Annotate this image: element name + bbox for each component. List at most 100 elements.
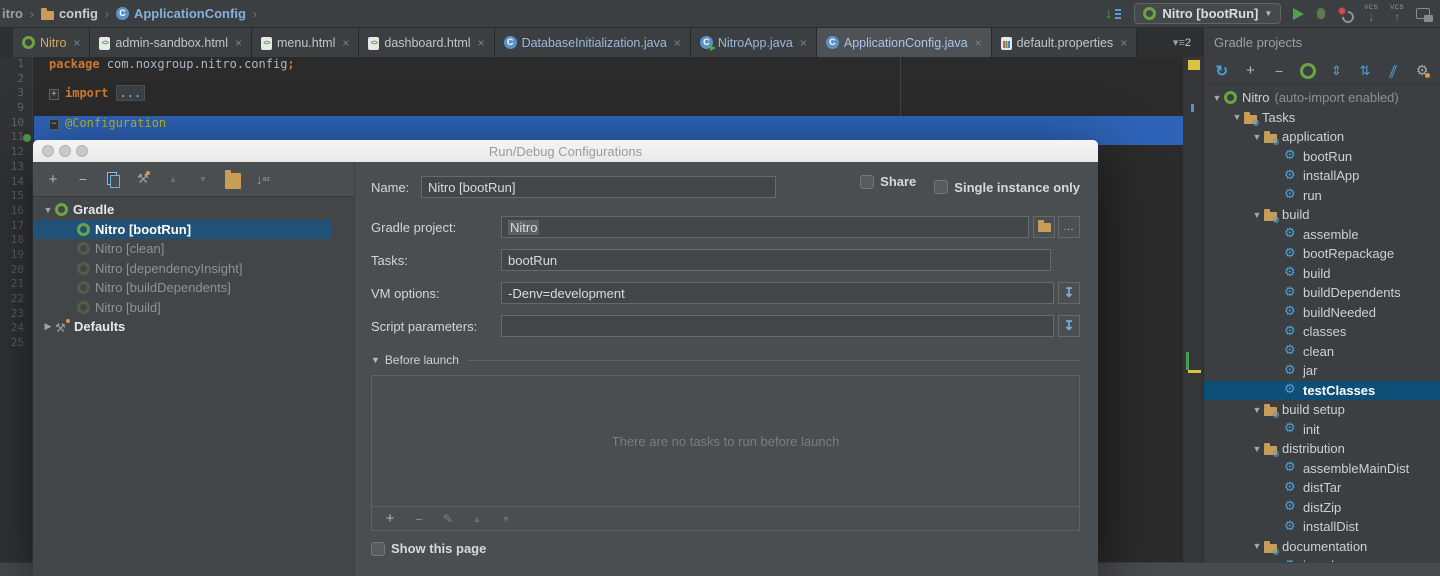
tab-overflow-button[interactable]: ▾≡2 xyxy=(1173,36,1191,49)
breadcrumb-item-ApplicationConfig[interactable]: ApplicationConfig xyxy=(115,6,246,21)
refresh-icon[interactable] xyxy=(1214,63,1230,79)
chevron-right-icon[interactable]: ▶ xyxy=(41,321,55,332)
tab-NitroApp.java[interactable]: NitroApp.java × xyxy=(690,28,817,57)
tab-ApplicationConfig.java[interactable]: ApplicationConfig.java × xyxy=(816,28,992,57)
add-task-icon[interactable] xyxy=(382,511,398,527)
collapse-all-icon[interactable] xyxy=(1357,63,1373,79)
gradle-node-classes[interactable]: classes xyxy=(1204,322,1440,342)
gradle-node-documentation[interactable]: ▼ documentation xyxy=(1204,537,1440,558)
config-node-Nitro [buildDependents][interactable]: Nitro [buildDependents] xyxy=(33,278,354,298)
fold-toggle-icon[interactable]: − xyxy=(49,118,59,130)
tasks-field[interactable]: bootRun xyxy=(501,249,1051,271)
before-launch-header[interactable]: ▼ Before launch xyxy=(371,353,1080,367)
show-this-page-checkbox[interactable] xyxy=(371,541,385,556)
remove-task-icon[interactable] xyxy=(411,511,427,527)
recent-windows-icon[interactable] xyxy=(1416,8,1433,22)
tab-DatabaseInitialization.java[interactable]: DatabaseInitialization.java × xyxy=(494,28,691,57)
gradle-node-bootRun[interactable]: bootRun xyxy=(1204,147,1440,167)
script-parameters-field[interactable] xyxy=(501,315,1054,337)
before-launch-list[interactable]: There are no tasks to run before launch xyxy=(371,375,1080,531)
single-instance-checkbox[interactable] xyxy=(934,180,949,194)
chevron-down-icon[interactable]: ▼ xyxy=(1250,132,1264,142)
toggle-offline-icon[interactable] xyxy=(1386,63,1402,79)
close-button[interactable] xyxy=(42,145,54,157)
gradle-node-clean[interactable]: clean xyxy=(1204,342,1440,362)
fold-toggle-icon[interactable]: + xyxy=(49,89,59,101)
config-node-Nitro [bootRun][interactable]: Nitro [bootRun] xyxy=(33,219,332,239)
gradle-node-jar[interactable]: jar xyxy=(1204,361,1440,381)
chevron-down-icon[interactable]: ▼ xyxy=(1230,112,1244,122)
close-icon[interactable]: × xyxy=(1120,36,1127,50)
tab-menu.html[interactable]: menu.html × xyxy=(252,28,360,57)
close-icon[interactable]: × xyxy=(342,36,349,50)
debug-button[interactable] xyxy=(1316,7,1327,20)
run-line-marker-icon[interactable] xyxy=(23,134,31,142)
chevron-down-icon[interactable]: ▼ xyxy=(1250,444,1264,454)
add-configuration-icon[interactable] xyxy=(45,171,61,187)
move-down-icon[interactable] xyxy=(498,511,514,527)
config-node-Nitro [clean][interactable]: Nitro [clean] xyxy=(33,239,354,259)
close-icon[interactable]: × xyxy=(975,36,982,50)
gradle-node-distribution[interactable]: ▼ distribution xyxy=(1204,439,1440,460)
detach-project-icon[interactable] xyxy=(1271,63,1287,79)
edit-defaults-icon[interactable] xyxy=(135,171,151,187)
gear-icon[interactable] xyxy=(1414,63,1430,79)
gradle-node-bootRepackage[interactable]: bootRepackage xyxy=(1204,244,1440,264)
gradle-project-field[interactable]: Nitro xyxy=(501,216,1029,238)
browse-project-button[interactable] xyxy=(1033,216,1055,238)
share-checkbox[interactable] xyxy=(860,174,875,189)
minimize-button[interactable] xyxy=(59,145,71,157)
move-up-icon[interactable] xyxy=(469,511,485,527)
gradle-node-build[interactable]: build xyxy=(1204,264,1440,284)
tab-default.properties[interactable]: default.properties × xyxy=(991,28,1138,57)
run-configuration-select[interactable]: Nitro [bootRun] ▼ xyxy=(1134,3,1282,24)
gradle-node-distTar[interactable]: distTar xyxy=(1204,478,1440,498)
tab-dashboard.html[interactable]: dashboard.html × xyxy=(359,28,495,57)
move-up-icon[interactable] xyxy=(165,171,181,187)
expand-field-button[interactable]: ↧ xyxy=(1058,315,1080,337)
gradle-node-installApp[interactable]: installApp xyxy=(1204,166,1440,186)
stripe-info-mark[interactable] xyxy=(1191,104,1194,112)
gradle-node-Tasks[interactable]: ▼ Tasks xyxy=(1204,108,1440,129)
gradle-node-run[interactable]: run xyxy=(1204,186,1440,206)
attach-debugger-button[interactable] xyxy=(1338,6,1352,21)
config-node-Nitro [build][interactable]: Nitro [build] xyxy=(33,298,354,318)
remove-configuration-icon[interactable] xyxy=(75,171,91,187)
breadcrumb-item-config[interactable]: config xyxy=(40,6,98,21)
zoom-button[interactable] xyxy=(76,145,88,157)
gradle-node-buildNeeded[interactable]: buildNeeded xyxy=(1204,303,1440,323)
config-node-Nitro [dependencyInsight][interactable]: Nitro [dependencyInsight] xyxy=(33,259,354,279)
error-stripe[interactable] xyxy=(1183,57,1203,562)
gradle-node-distZip[interactable]: distZip xyxy=(1204,498,1440,518)
gradle-node-build setup[interactable]: ▼ build setup xyxy=(1204,400,1440,421)
update-project-icon[interactable] xyxy=(1105,5,1122,22)
copy-configuration-icon[interactable] xyxy=(105,171,121,188)
gradle-node-build[interactable]: ▼ build xyxy=(1204,205,1440,226)
vcs-update-button[interactable]: VCS ↓ xyxy=(1364,5,1378,23)
vm-options-field[interactable]: -Denv=development xyxy=(501,282,1054,304)
more-options-button[interactable]: … xyxy=(1058,216,1080,238)
tab-Nitro[interactable]: Nitro × xyxy=(13,28,91,57)
stripe-caret-mark[interactable] xyxy=(1186,352,1189,370)
sort-alphabetically-icon[interactable] xyxy=(255,171,271,187)
chevron-down-icon[interactable]: ▼ xyxy=(1250,405,1264,415)
close-icon[interactable]: × xyxy=(478,36,485,50)
chevron-down-icon[interactable]: ▼ xyxy=(1210,93,1224,103)
breadcrumb-item-itro[interactable]: itro xyxy=(2,6,23,21)
name-field[interactable]: Nitro [bootRun] xyxy=(421,176,776,198)
gradle-node-Nitro[interactable]: ▼ Nitro (auto-import enabled) xyxy=(1204,88,1440,108)
tab-admin-sandbox.html[interactable]: admin-sandbox.html × xyxy=(90,28,252,57)
attach-project-icon[interactable] xyxy=(1243,63,1259,79)
gradle-node-application[interactable]: ▼ application xyxy=(1204,127,1440,148)
close-icon[interactable]: × xyxy=(674,36,681,50)
chevron-down-icon[interactable]: ▼ xyxy=(1250,210,1264,220)
chevron-down-icon[interactable]: ▼ xyxy=(41,205,55,215)
folder-icon[interactable] xyxy=(225,170,241,189)
gradle-node-assembleMainDist[interactable]: assembleMainDist xyxy=(1204,459,1440,479)
gradle-node-testClasses[interactable]: testClasses xyxy=(1204,380,1440,400)
stripe-warning-mark[interactable] xyxy=(1188,60,1200,70)
close-icon[interactable]: × xyxy=(235,36,242,50)
gradle-node-buildDependents[interactable]: buildDependents xyxy=(1204,283,1440,303)
gradle-icon[interactable] xyxy=(1299,62,1316,79)
chevron-down-icon[interactable]: ▼ xyxy=(1250,541,1264,551)
